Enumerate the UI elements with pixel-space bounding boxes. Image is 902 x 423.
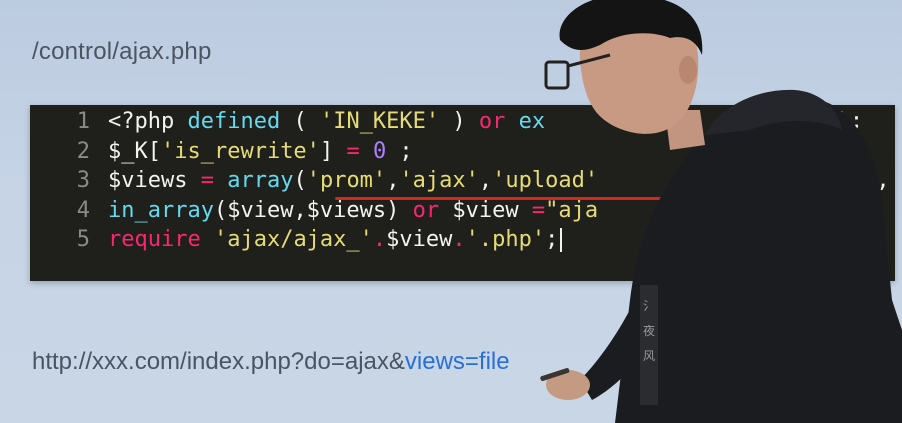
line-number: 3 xyxy=(76,168,90,193)
file-path-title: /control/ajax.php xyxy=(32,38,212,65)
line-number: 2 xyxy=(76,138,90,164)
svg-text:氵: 氵 xyxy=(643,299,655,313)
presenter-image: 氵 夜 风 xyxy=(540,0,902,423)
code-token: 'IN_KEKE' xyxy=(319,109,440,134)
code-token: ] xyxy=(319,138,347,164)
code-token: ($view,$views) xyxy=(213,197,413,223)
code-token: ( xyxy=(280,109,320,134)
code-token: $_K[ xyxy=(108,138,161,164)
url-prefix: http://xxx.com/index.php?do=ajax& xyxy=(32,348,405,375)
line-number: 5 xyxy=(76,227,90,252)
code-token: , xyxy=(478,168,493,193)
code-token: . xyxy=(372,227,387,252)
code-token: <?php xyxy=(108,109,188,134)
code-token: require xyxy=(108,227,201,252)
svg-text:夜: 夜 xyxy=(643,323,655,338)
code-token: = xyxy=(346,138,360,164)
code-token: or xyxy=(478,109,506,134)
code-token: $views xyxy=(108,168,201,193)
request-url: http://xxx.com/index.php?do=ajax&views=f… xyxy=(32,348,510,376)
url-views-param: views=file xyxy=(404,348,510,375)
code-token: $view xyxy=(439,197,532,223)
slide: /control/ajax.php 1 <?php defined ( 'IN_K… xyxy=(0,0,902,423)
code-token: in_array xyxy=(108,197,214,223)
code-token: 'ajax/ajax_' xyxy=(213,227,373,252)
code-line-content: $_K['is_rewrite'] = 0 ; xyxy=(108,137,413,167)
code-token: ) xyxy=(439,109,479,134)
code-token: . xyxy=(452,227,466,252)
code-token: , xyxy=(386,168,400,193)
code-token: or xyxy=(412,197,440,223)
svg-text:风: 风 xyxy=(643,349,655,363)
code-token: 0 xyxy=(372,138,387,164)
line-number: 1 xyxy=(76,109,90,134)
code-token: = xyxy=(200,168,214,193)
code-token: array xyxy=(227,168,294,193)
code-token: 'prom' xyxy=(306,168,387,193)
code-token: defined xyxy=(187,109,281,134)
line-number: 4 xyxy=(76,197,90,223)
code-token: ; xyxy=(386,138,413,164)
code-token: 'is_rewrite' xyxy=(160,138,320,164)
code-line-content: require 'ajax/ajax_'.$view.'.php'; xyxy=(108,225,563,255)
code-token: 'ajax' xyxy=(399,168,479,193)
code-token: ( xyxy=(293,168,307,193)
code-token: $view xyxy=(386,227,453,252)
